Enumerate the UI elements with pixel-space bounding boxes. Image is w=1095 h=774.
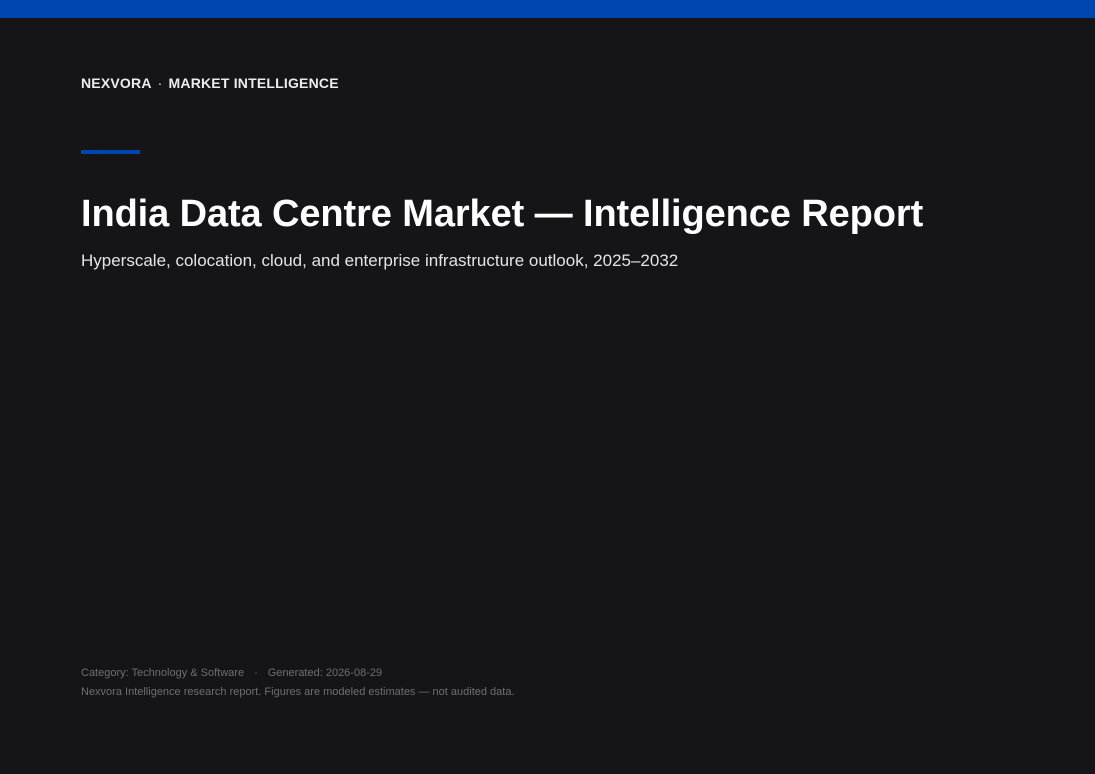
brand-name: NEXVORA bbox=[81, 75, 152, 91]
report-title: India Data Centre Market — Intelligence … bbox=[81, 193, 924, 235]
footer-category: Category: Technology & Software bbox=[81, 667, 245, 679]
report-subtitle: Hyperscale, colocation, cloud, and enter… bbox=[81, 251, 679, 270]
accent-rule bbox=[81, 150, 140, 154]
footer-disclaimer: Nexvora Intelligence research report. Fi… bbox=[81, 686, 515, 698]
footer-separator: · bbox=[254, 667, 258, 679]
footer-meta: Category: Technology & Software · Generate… bbox=[81, 667, 382, 679]
top-accent-bar bbox=[0, 0, 1095, 18]
brand-separator: · bbox=[157, 75, 163, 91]
report-cover: NEXVORA · MARKET INTELLIGENCE India Data C… bbox=[0, 0, 1095, 774]
brand-line: NEXVORA · MARKET INTELLIGENCE bbox=[81, 75, 339, 91]
footer-generated: Generated: 2026-08-29 bbox=[267, 667, 383, 679]
brand-section: MARKET INTELLIGENCE bbox=[168, 75, 339, 91]
